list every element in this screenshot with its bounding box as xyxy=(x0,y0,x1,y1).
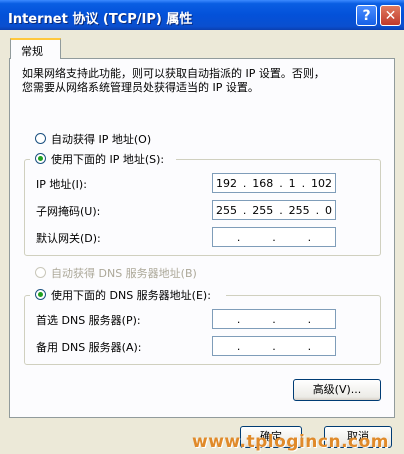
description-text: 如果网络支持此功能，则可以获取自动指派的 IP 设置。否则， 您需要从网络系统管… xyxy=(22,67,325,94)
subnet-mask-field[interactable]: 255. 255. 255. 0 xyxy=(212,200,336,220)
radio-manual-ip[interactable] xyxy=(35,153,46,164)
advanced-button[interactable]: 高级(V)... xyxy=(293,379,381,401)
radio-auto-dns xyxy=(35,267,46,278)
ip-dot: . xyxy=(272,339,276,353)
ip-octet: 0 xyxy=(324,203,332,217)
alternate-dns-label: 备用 DNS 服务器(A): xyxy=(36,341,142,354)
ip-dot: . xyxy=(279,176,283,190)
ip-dot: . xyxy=(236,230,241,244)
radio-auto-dns-label: 自动获得 DNS 服务器地址(B) xyxy=(51,267,197,280)
preferred-dns-label: 首选 DNS 服务器(P): xyxy=(36,314,141,327)
ip-dot: . xyxy=(242,203,247,217)
close-button[interactable]: ✕ xyxy=(380,5,401,26)
alternate-dns-field[interactable]: . . . xyxy=(212,336,336,356)
radio-manual-ip-label[interactable]: 使用下面的 IP 地址(S): xyxy=(51,151,164,167)
ip-dot: . xyxy=(279,203,283,217)
default-gateway-field[interactable]: . . . xyxy=(212,227,336,247)
ip-dot: . xyxy=(315,203,320,217)
ip-dot: . xyxy=(236,339,241,353)
ip-octet: 255 xyxy=(288,203,310,217)
ip-dot: . xyxy=(307,230,312,244)
ip-dot: . xyxy=(242,176,247,190)
ip-dot: . xyxy=(307,312,312,326)
radio-auto-ip[interactable] xyxy=(35,133,46,144)
ip-octet: 102 xyxy=(310,176,332,190)
ip-octet: 255 xyxy=(215,203,237,217)
subnet-mask-label: 子网掩码(U): xyxy=(36,205,101,218)
default-gateway-label: 默认网关(D): xyxy=(36,232,101,245)
ip-octet: 1 xyxy=(288,176,296,190)
tab-general-label: 常规 xyxy=(21,45,43,58)
window-title: Internet 协议 (TCP/IP) 属性 xyxy=(8,12,193,27)
tab-general[interactable]: 常规 xyxy=(10,38,61,59)
radio-manual-dns-label[interactable]: 使用下面的 DNS 服务器地址(E): xyxy=(51,287,211,303)
ip-octet: 192 xyxy=(215,176,237,190)
ip-dot: . xyxy=(301,176,306,190)
ip-octet: 168 xyxy=(252,176,274,190)
ip-dot: . xyxy=(236,312,241,326)
preferred-dns-field[interactable]: . . . xyxy=(212,309,336,329)
watermark-text: www.tplogincn.com xyxy=(192,432,389,452)
ip-dot: . xyxy=(307,339,312,353)
ip-dot: . xyxy=(272,312,276,326)
ip-address-label: IP 地址(I): xyxy=(36,178,87,191)
radio-auto-ip-label[interactable]: 自动获得 IP 地址(O) xyxy=(51,131,151,147)
ip-address-field[interactable]: 192. 168. 1. 102 xyxy=(212,173,336,193)
help-button[interactable]: ? xyxy=(356,5,377,26)
ip-octet: 255 xyxy=(252,203,274,217)
ip-dot: . xyxy=(272,230,276,244)
radio-manual-dns[interactable] xyxy=(35,289,46,300)
